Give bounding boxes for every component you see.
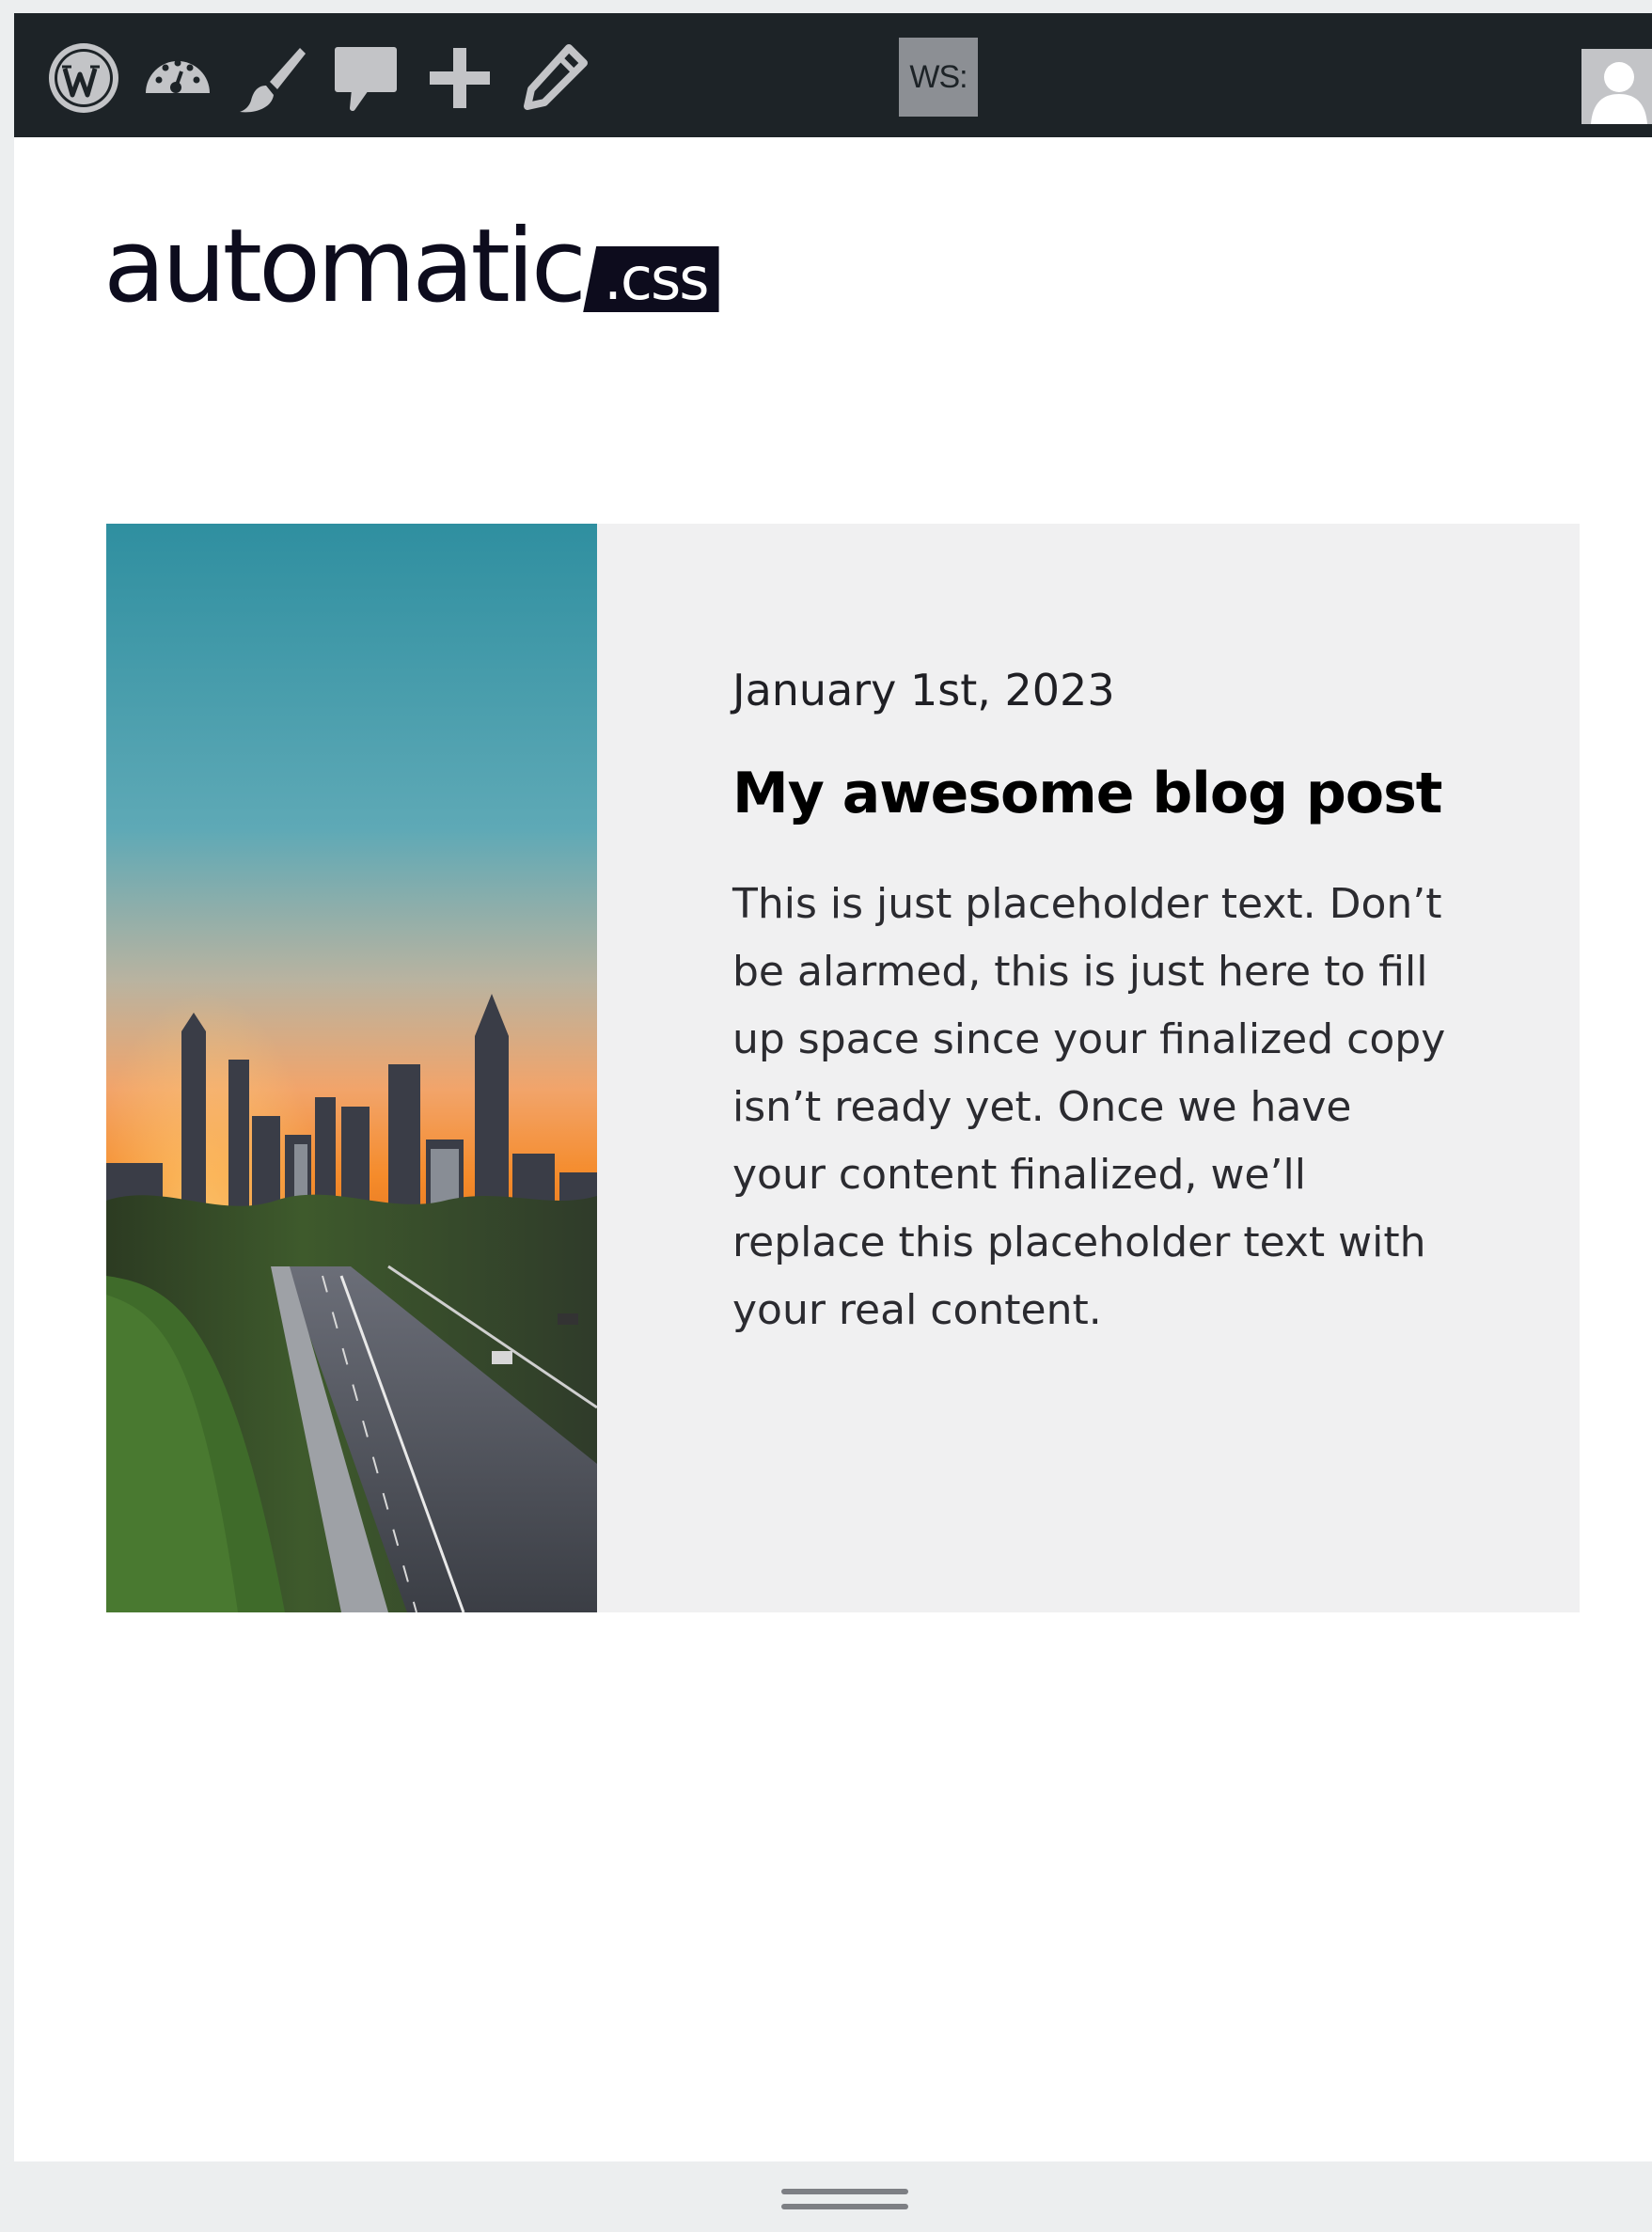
ws-form-badge[interactable]: WS: [899,38,978,117]
blog-card[interactable]: January 1st, 2023 My awesome blog post T… [106,524,1580,1612]
admin-toolbar: WS: [14,13,1652,137]
dashboard-icon[interactable] [139,39,216,117]
logo-wordmark: automatic [103,208,587,325]
site-logo[interactable]: automatic .css [103,186,719,318]
add-new-icon[interactable] [421,39,498,117]
customize-brush-icon[interactable] [233,39,310,117]
post-excerpt: This is just placeholder text. Don’t be … [732,879,1446,1334]
user-avatar-icon[interactable] [1581,49,1652,124]
logo-css-badge: .css [583,246,719,312]
handle-bar-top [781,2189,908,2194]
handle-bar-bottom [781,2204,908,2209]
post-title[interactable]: My awesome blog post [732,760,1475,829]
drag-handle[interactable] [771,2181,921,2219]
blog-card-content: January 1st, 2023 My awesome blog post T… [732,665,1475,1344]
edit-pencil-icon[interactable] [515,39,592,117]
comments-icon[interactable] [327,39,404,117]
city-skyline-image [106,524,597,1612]
post-date: January 1st, 2023 [732,665,1115,715]
wordpress-logo-icon[interactable] [45,39,122,117]
